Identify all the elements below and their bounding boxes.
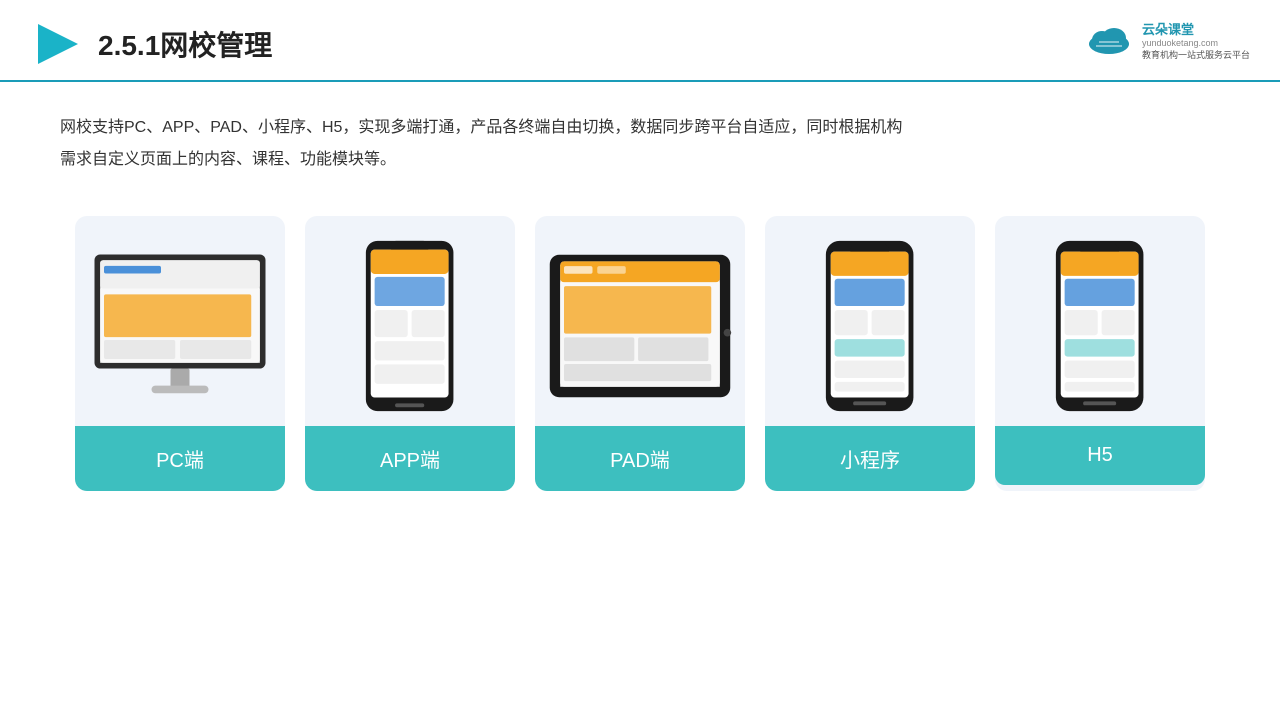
h5-card: H5 xyxy=(995,216,1205,491)
description-text: 网校支持PC、APP、PAD、小程序、H5，实现多端打通，产品各终端自由切换，数… xyxy=(60,112,1220,176)
mini-label: 小程序 xyxy=(765,426,975,491)
app-label: APP端 xyxy=(305,426,515,491)
brand-name: 云朵课堂 xyxy=(1142,19,1250,38)
brand-logo: 云朵课堂 yunduoketang.com 教育机构一站式服务云平台 xyxy=(1084,19,1250,61)
pad-card: PAD端 xyxy=(535,216,745,491)
brand-text-block: 云朵课堂 yunduoketang.com 教育机构一站式服务云平台 xyxy=(1142,19,1250,61)
app-image-area xyxy=(305,216,515,426)
page-header: 2.5.1网校管理 云朵课堂 yunduoketang.com 教育机构一站式服… xyxy=(0,0,1280,82)
pc-card: PC端 xyxy=(75,216,285,491)
brand-logo-cloud xyxy=(1084,22,1134,58)
brand-url: yunduoketang.com xyxy=(1142,38,1250,48)
mini-phone-svg xyxy=(821,236,918,416)
pad-label: PAD端 xyxy=(535,426,745,491)
pc-monitor-svg xyxy=(85,245,275,407)
h5-label: H5 xyxy=(995,426,1205,485)
mini-image-area xyxy=(765,216,975,426)
main-content: 网校支持PC、APP、PAD、小程序、H5，实现多端打通，产品各终端自由切换，数… xyxy=(0,82,1280,511)
pc-label: PC端 xyxy=(75,426,285,491)
pc-image-area xyxy=(75,216,285,426)
device-cards-container: PC端 xyxy=(60,216,1220,491)
pad-tablet-svg xyxy=(545,250,735,402)
page-title: 2.5.1网校管理 xyxy=(98,24,272,64)
mini-card: 小程序 xyxy=(765,216,975,491)
h5-phone-svg xyxy=(1051,236,1148,416)
h5-image-area xyxy=(995,216,1205,426)
app-card: APP端 xyxy=(305,216,515,491)
pad-image-area xyxy=(535,216,745,426)
logo-icon xyxy=(30,18,82,70)
brand-tagline: 教育机构一站式服务云平台 xyxy=(1142,48,1250,61)
app-phone-svg xyxy=(361,236,458,416)
